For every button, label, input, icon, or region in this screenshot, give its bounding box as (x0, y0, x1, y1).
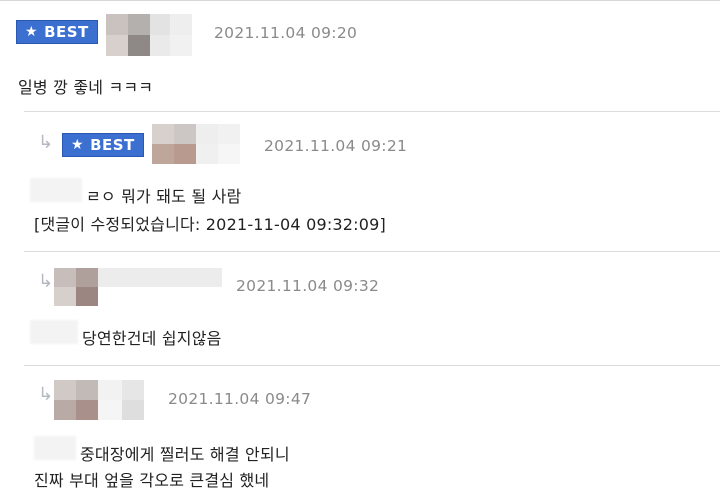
comment-divider (24, 111, 720, 112)
top-divider (0, 0, 720, 1)
comment-text: 일병 깡 좋네 ㅋㅋㅋ (18, 78, 154, 97)
mention-name (30, 320, 78, 344)
reply-arrow-icon: ↳ (38, 271, 54, 292)
star-icon: ★ (71, 137, 85, 153)
best-badge: ★ BEST (62, 133, 144, 157)
reply-arrow-icon: ↳ (38, 132, 54, 153)
avatar[interactable] (152, 124, 240, 164)
comment-timestamp: 2021.11.04 09:47 (168, 390, 312, 408)
best-badge: ★ BEST (16, 20, 98, 44)
comment-divider (24, 365, 720, 366)
comment-text: ㄹㅇ 뭐가 돼도 될 사람 (86, 187, 242, 206)
star-icon: ★ (25, 24, 39, 40)
comment-text: 진짜 부대 엎을 각오로 큰결심 했네 (34, 471, 270, 490)
comment-timestamp: 2021.11.04 09:20 (214, 24, 358, 42)
reply-arrow-icon: ↳ (38, 384, 54, 405)
comment-timestamp: 2021.11.04 09:32 (236, 277, 380, 295)
comment-edit-notice: [댓글이 수정되었습니다: 2021-11-04 09:32:09] (34, 215, 386, 234)
avatar[interactable] (106, 14, 192, 56)
avatar[interactable] (54, 268, 222, 306)
mention-name (30, 178, 82, 202)
mention-name (34, 436, 76, 460)
comment-divider (24, 251, 720, 252)
avatar[interactable] (54, 380, 144, 420)
comment-text: 당연한건데 쉽지않음 (82, 329, 222, 348)
comment-text: 중대장에게 찔러도 해결 안되니 (80, 445, 290, 464)
comment-timestamp: 2021.11.04 09:21 (264, 137, 408, 155)
